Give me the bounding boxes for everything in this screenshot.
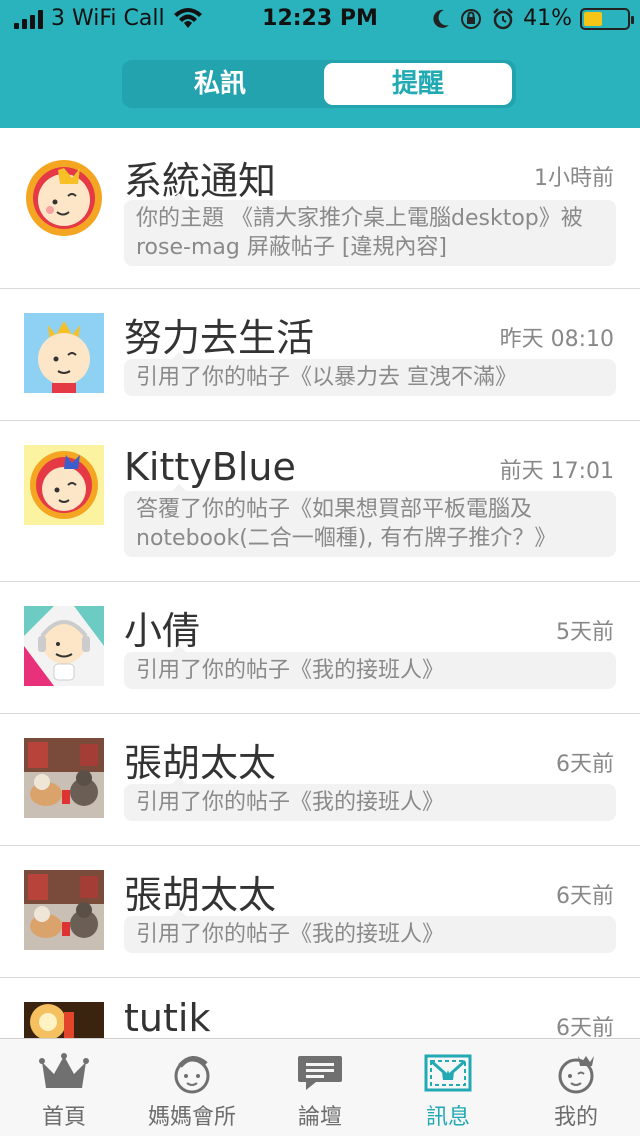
- status-right: 41%: [431, 6, 634, 31]
- baby-profile-icon: [558, 1056, 594, 1094]
- avatar: [24, 445, 104, 525]
- timestamp: 前天 17:01: [499, 459, 614, 484]
- list-item[interactable]: 努力去生活 昨天 08:10 引用了你的帖子《以暴力去 宣洩不滿》: [0, 289, 640, 421]
- segmented-control: 私訊 提醒: [122, 60, 516, 108]
- tab-reminders[interactable]: 提醒: [324, 63, 512, 105]
- lamp-photo: [24, 1002, 104, 1038]
- avatar: [24, 158, 104, 238]
- chat-bubble-icon: [298, 1056, 342, 1090]
- avatar: [24, 313, 104, 393]
- sender-name: 努力去生活: [124, 316, 315, 360]
- avatar: [24, 1002, 104, 1038]
- list-item[interactable]: KittyBlue 前天 17:01 答覆了你的帖子《如果想買部平板電腦及not…: [0, 421, 640, 582]
- message-preview: 引用了你的帖子《我的接班人》: [124, 645, 616, 689]
- message-preview: 答覆了你的帖子《如果想買部平板電腦及notebook(二合一嗰種), 有冇牌子推…: [124, 484, 616, 557]
- avatar: [24, 738, 104, 818]
- baby-crown-yellow-icon: [24, 445, 104, 525]
- timestamp: 6天前: [556, 752, 614, 777]
- battery-percent: 41%: [523, 6, 572, 31]
- status-bar: 3 WiFi Call 12:23 PM 41%: [0, 0, 640, 40]
- baby-headphones-icon: [24, 606, 104, 686]
- notification-list: 系統通知 1小時前 你的主題 《請大家推介桌上電腦desktop》被 rose-…: [0, 128, 640, 1038]
- crown-icon: [39, 1053, 89, 1088]
- avatar: [24, 870, 104, 950]
- moon-icon: [433, 9, 450, 28]
- timestamp: 5天前: [556, 620, 614, 645]
- bottom-tab-bar: 首頁 媽媽會所 論壇 訊息 我的: [0, 1038, 640, 1136]
- list-item[interactable]: 系統通知 1小時前 你的主題 《請大家推介桌上電腦desktop》被 rose-…: [0, 128, 640, 289]
- tab-forum-label: 論壇: [297, 1105, 342, 1130]
- cats-photo: [24, 870, 104, 950]
- tab-home[interactable]: 首頁: [0, 1039, 128, 1136]
- baby-crown-round-icon: [26, 160, 102, 236]
- tab-mom-club[interactable]: 媽媽會所: [128, 1039, 256, 1136]
- tab-private-messages[interactable]: 私訊: [126, 63, 314, 105]
- sender-name: 系統通知: [124, 159, 277, 203]
- tab-mine[interactable]: 我的: [512, 1039, 640, 1136]
- list-item[interactable]: 張胡太太 6天前 引用了你的帖子《我的接班人》: [0, 846, 640, 978]
- sender-name: 小倩: [124, 609, 201, 653]
- message-preview: 引用了你的帖子《我的接班人》: [124, 909, 616, 953]
- message-preview: 引用了你的帖子《以暴力去 宣洩不滿》: [124, 352, 616, 396]
- timestamp: 昨天 08:10: [499, 327, 614, 352]
- tab-messages[interactable]: 訊息: [384, 1039, 512, 1136]
- list-item[interactable]: 小倩 5天前 引用了你的帖子《我的接班人》: [0, 582, 640, 714]
- sender-name: KittyBlue: [124, 445, 296, 489]
- header: 私訊 提醒: [0, 40, 640, 128]
- tab-mom-club-label: 媽媽會所: [147, 1105, 236, 1130]
- message-preview: 引用了你的帖子《我的接班人》: [124, 777, 616, 821]
- tab-forum[interactable]: 論壇: [256, 1039, 384, 1136]
- tab-messages-label: 訊息: [425, 1105, 470, 1130]
- timestamp: 6天前: [556, 1016, 614, 1038]
- cats-photo: [24, 738, 104, 818]
- sender-name: 張胡太太: [124, 873, 277, 917]
- avatar: [24, 606, 104, 686]
- message-preview: 你的主題 《請大家推介桌上電腦desktop》被 rose-mag 屏蔽帖子 […: [124, 193, 616, 266]
- tab-mine-label: 我的: [553, 1105, 598, 1130]
- tab-home-label: 首頁: [41, 1105, 86, 1130]
- list-item[interactable]: 張胡太太 6天前 引用了你的帖子《我的接班人》: [0, 714, 640, 846]
- baby-crown-blue-icon: [24, 313, 104, 393]
- mail-icon: [424, 1054, 472, 1092]
- baby-face-icon: [174, 1056, 210, 1094]
- battery-icon: [580, 7, 634, 30]
- sender-name: tutik: [124, 996, 211, 1038]
- sender-name: 張胡太太: [124, 741, 277, 785]
- list-item[interactable]: tutik 6天前: [0, 978, 640, 1038]
- timestamp: 1小時前: [534, 166, 614, 191]
- rotation-lock-icon: [461, 8, 482, 29]
- timestamp: 6天前: [556, 884, 614, 909]
- alarm-icon: [493, 7, 513, 29]
